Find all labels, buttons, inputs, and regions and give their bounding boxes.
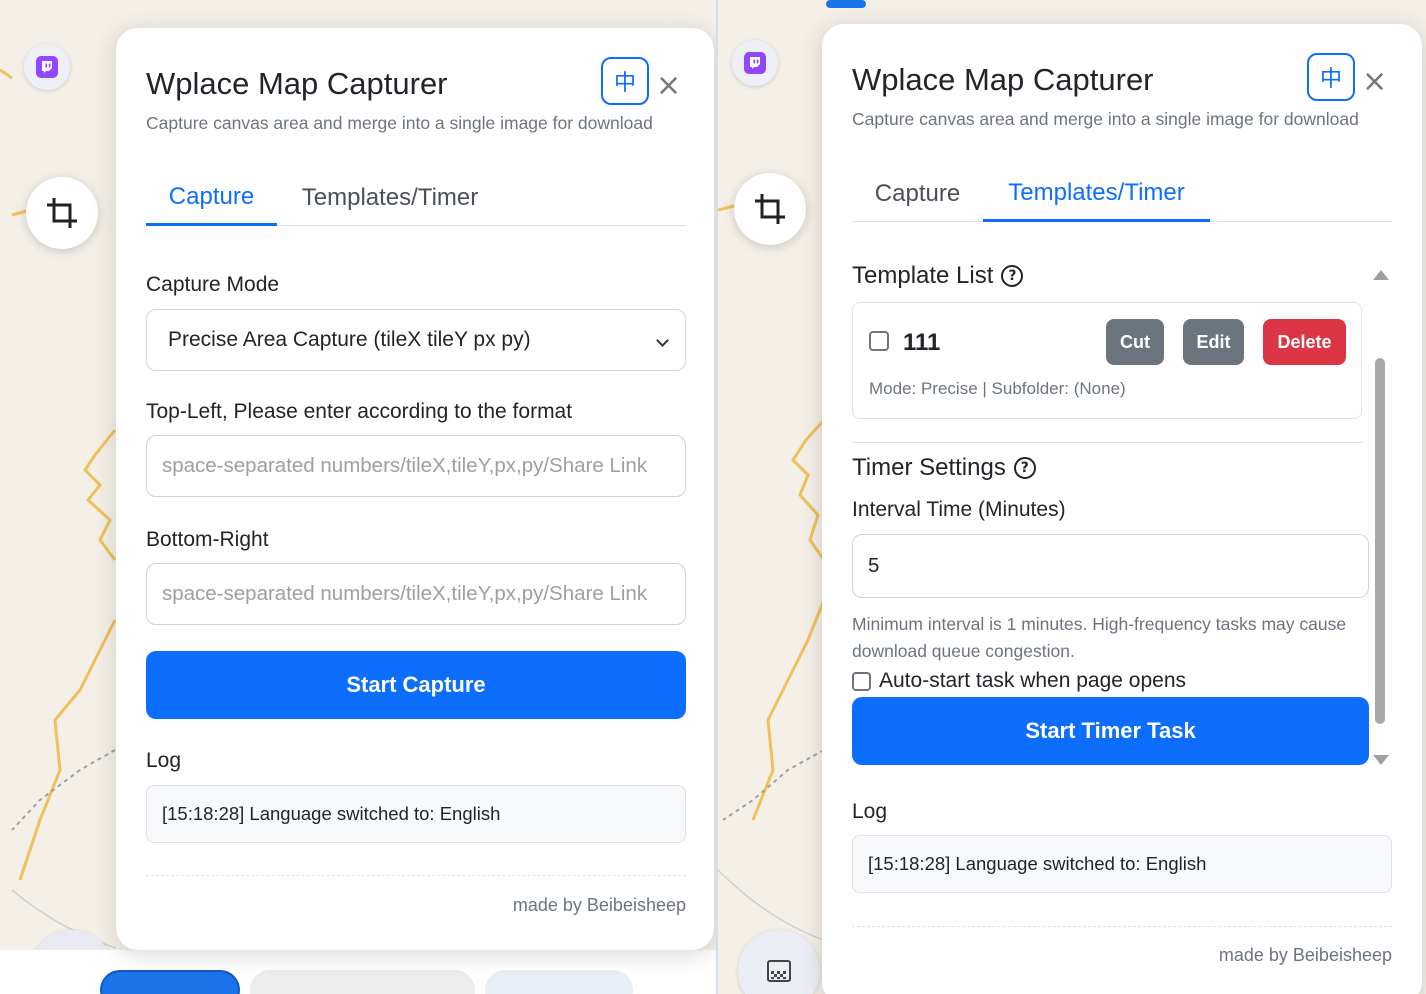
crop-button[interactable] (26, 177, 98, 249)
auto-start-label: Auto-start task when page opens (879, 669, 1187, 692)
template-checkbox[interactable] (869, 331, 889, 351)
tab-bar: Capture Templates/Timer (146, 170, 686, 226)
panel-title: Wplace Map Capturer (146, 66, 448, 101)
template-list-label: Template List (852, 262, 994, 289)
close-icon[interactable]: × (656, 71, 681, 101)
log-entry: [15:18:28] Language switched to: English (868, 853, 1207, 874)
light-pill-button[interactable] (485, 970, 633, 994)
crop-button[interactable] (734, 173, 806, 245)
divider (146, 875, 686, 876)
panel-subtitle: Capture canvas area and merge into a sin… (146, 113, 653, 133)
paint-pill-button[interactable] (100, 970, 240, 994)
tab-capture[interactable]: Capture (146, 170, 277, 226)
capture-mode-select[interactable]: Precise Area Capture (tileX tileY px py) (146, 309, 686, 371)
start-timer-button[interactable]: Start Timer Task (852, 697, 1369, 765)
log-box: [15:18:28] Language switched to: English (852, 835, 1392, 893)
tab-templates-timer[interactable]: Templates/Timer (292, 170, 488, 226)
interval-label: Interval Time (Minutes) (852, 498, 1066, 521)
close-icon[interactable]: × (1362, 67, 1387, 97)
template-card: 111 Cut Edit Delete Mode: Precise | Subf… (852, 302, 1362, 419)
divider (852, 442, 1362, 443)
crop-icon (755, 194, 785, 224)
help-icon[interactable]: ? (1013, 457, 1036, 479)
delete-button[interactable]: Delete (1263, 319, 1346, 365)
footer-credit: made by Beibeisheep (512, 895, 686, 915)
tab-capture[interactable]: Capture (852, 166, 983, 222)
timer-settings-label: Timer Settings (852, 454, 1006, 481)
twitch-button[interactable] (24, 44, 70, 90)
timer-settings-heading: Timer Settings ? (852, 454, 1036, 482)
auto-start-option[interactable]: Auto-start task when page opens (852, 669, 1186, 693)
language-toggle-button[interactable]: 中 (1307, 53, 1355, 101)
log-box: [15:18:28] Language switched to: English (146, 785, 686, 843)
grey-pill-button[interactable] (250, 970, 475, 994)
template-name: 111 (903, 329, 941, 356)
panel-title: Wplace Map Capturer (852, 62, 1154, 97)
help-icon[interactable]: ? (1001, 265, 1024, 287)
twitch-icon (36, 56, 58, 78)
bottom-right-label: Bottom-Right (146, 528, 269, 551)
templates-panel: Wplace Map Capturer Capture canvas area … (822, 24, 1422, 994)
twitch-button[interactable] (732, 40, 778, 86)
divider (852, 926, 1392, 927)
log-label: Log (852, 800, 888, 823)
twitch-icon (744, 52, 766, 74)
chevron-down-icon (656, 334, 669, 347)
bottom-right-input[interactable] (146, 563, 686, 625)
language-toggle-button[interactable]: 中 (601, 57, 649, 105)
grid-icon (767, 960, 791, 982)
log-label: Log (146, 749, 182, 772)
scrollbar-thumb[interactable] (1375, 358, 1385, 724)
scroll-down-arrow[interactable] (1373, 755, 1389, 765)
template-list-heading: Template List ? (852, 262, 1024, 290)
tab-templates-timer[interactable]: Templates/Timer (983, 166, 1210, 222)
interval-hint: Minimum interval is 1 minutes. High-freq… (852, 614, 1347, 661)
scroll-up-arrow[interactable] (1373, 270, 1389, 280)
capture-mode-label: Capture Mode (146, 273, 280, 296)
edit-button[interactable]: Edit (1183, 319, 1244, 365)
crop-icon (47, 198, 77, 228)
tab-bar: Capture Templates/Timer (852, 166, 1392, 222)
template-meta: Mode: Precise | Subfolder: (None) (869, 379, 1126, 398)
cut-button[interactable]: Cut (1106, 319, 1164, 365)
footer-credit: made by Beibeisheep (1218, 945, 1392, 965)
capture-panel: Wplace Map Capturer Capture canvas area … (116, 28, 714, 950)
top-left-input[interactable] (146, 435, 686, 497)
panel-subtitle: Capture canvas area and merge into a sin… (852, 109, 1359, 129)
start-capture-button[interactable]: Start Capture (146, 651, 686, 719)
capture-mode-value: Precise Area Capture (tileX tileY px py) (168, 328, 531, 351)
top-left-label: Top-Left, Please enter according to the … (146, 400, 573, 423)
interval-input[interactable] (852, 534, 1369, 598)
auto-start-checkbox[interactable] (852, 671, 871, 691)
log-entry: [15:18:28] Language switched to: English (162, 803, 501, 824)
